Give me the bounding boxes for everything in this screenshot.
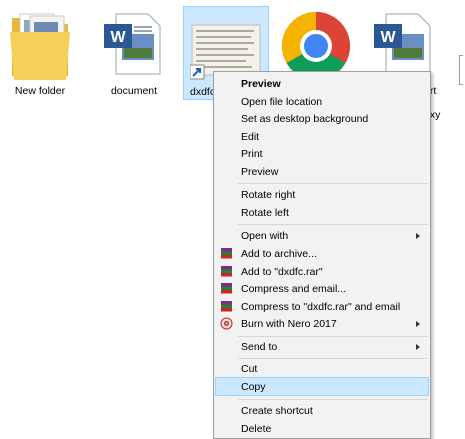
menu-item-rotate-left[interactable]: Rotate left	[216, 204, 428, 221]
menu-item-copy[interactable]: Copy	[215, 377, 429, 396]
desktop-item-new-folder[interactable]: New folder	[0, 0, 80, 100]
desktop-item-label: document	[110, 85, 158, 97]
partial-desktop-item	[459, 55, 463, 85]
menu-item-label: Compress and email...	[241, 282, 347, 295]
svg-text:W: W	[380, 29, 396, 46]
context-menu: Preview Open file location Set as deskto…	[213, 71, 431, 439]
winrar-icon	[221, 301, 232, 312]
menu-item-delete[interactable]: Delete	[216, 420, 428, 437]
menu-item-add-to-rar[interactable]: Add to "dxdfc.rar"	[216, 263, 428, 280]
word-document-icon: W	[104, 13, 161, 75]
desktop-item-document[interactable]: W document	[94, 0, 174, 100]
folder-icon	[10, 13, 70, 80]
submenu-arrow-icon	[416, 320, 420, 327]
menu-item-burn-with-nero[interactable]: Burn with Nero 2017	[216, 315, 428, 332]
submenu-arrow-icon	[416, 232, 420, 239]
menu-item-preview[interactable]: Preview	[216, 163, 428, 180]
menu-separator	[238, 183, 428, 184]
desktop-item-label: dxdfc	[190, 86, 216, 98]
menu-item-label: Rotate right	[241, 188, 296, 201]
menu-item-label: Preview	[241, 165, 279, 178]
winrar-icon	[221, 283, 232, 294]
menu-item-label: Preview	[241, 77, 281, 90]
menu-item-label: Compress to "dxdfc.rar" and email	[241, 300, 401, 313]
menu-item-label: Edit	[241, 130, 260, 143]
menu-item-create-shortcut[interactable]: Create shortcut	[216, 402, 428, 419]
menu-item-label: Rotate left	[241, 206, 289, 219]
menu-item-label: Create shortcut	[241, 404, 313, 417]
svg-text:W: W	[110, 29, 126, 46]
menu-item-label: Cut	[241, 362, 258, 375]
menu-item-label: Add to "dxdfc.rar"	[241, 265, 323, 278]
nero-icon	[220, 317, 233, 330]
menu-separator	[238, 399, 428, 400]
menu-item-add-to-archive[interactable]: Add to archive...	[216, 245, 428, 262]
menu-item-rotate-right[interactable]: Rotate right	[216, 186, 428, 203]
menu-item-edit[interactable]: Edit	[216, 128, 428, 145]
menu-separator	[238, 336, 428, 337]
menu-item-label: Set as desktop background	[241, 112, 369, 125]
menu-separator	[238, 224, 428, 225]
menu-item-open-with[interactable]: Open with	[216, 227, 428, 244]
menu-item-send-to[interactable]: Send to	[216, 338, 428, 355]
menu-item-label: Print	[241, 147, 263, 160]
menu-item-label: Add to archive...	[241, 247, 317, 260]
menu-item-print[interactable]: Print	[216, 145, 428, 162]
menu-item-label: Open with	[241, 229, 289, 242]
menu-item-label: Copy	[241, 380, 266, 393]
menu-item-label: Burn with Nero 2017	[241, 317, 337, 330]
winrar-icon	[221, 266, 232, 277]
word-document-icon: W	[374, 13, 431, 75]
menu-item-label: Send to	[241, 340, 278, 353]
winrar-icon	[221, 248, 232, 259]
desktop-item-label: New folder	[14, 85, 66, 97]
menu-item-open-file-location[interactable]: Open file location	[216, 93, 428, 110]
menu-separator	[238, 358, 428, 359]
submenu-arrow-icon	[416, 343, 420, 350]
menu-item-label: Open file location	[241, 95, 323, 108]
menu-item-cut[interactable]: Cut	[216, 360, 428, 377]
menu-item-set-desktop-background[interactable]: Set as desktop background	[216, 110, 428, 127]
menu-item-compress-to-rar-and-email[interactable]: Compress to "dxdfc.rar" and email	[216, 298, 428, 315]
menu-item-label: Delete	[241, 422, 272, 435]
menu-item-compress-and-email[interactable]: Compress and email...	[216, 280, 428, 297]
menu-item-preview-default[interactable]: Preview	[216, 75, 428, 92]
